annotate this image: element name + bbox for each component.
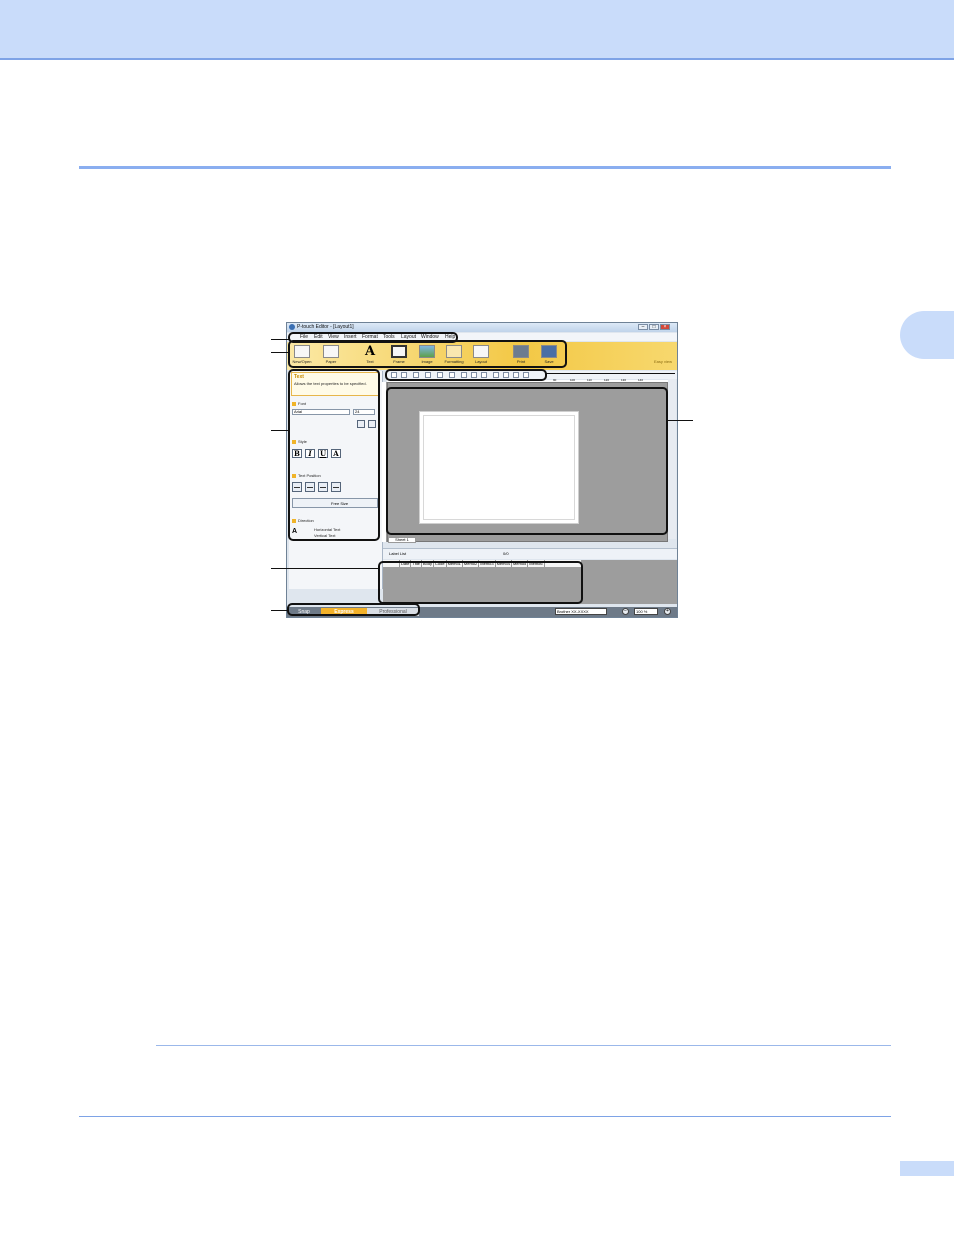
printer-select[interactable]: Brother XX-XXXX bbox=[555, 608, 607, 615]
title-bar: P-touch Editor - [Layout1] – □ × bbox=[287, 323, 677, 332]
header-band bbox=[0, 0, 954, 60]
layout-window-callout bbox=[386, 387, 668, 535]
properties-callout bbox=[288, 369, 380, 541]
chapter-tab bbox=[900, 311, 954, 359]
page-number-tab bbox=[900, 1161, 954, 1176]
draw-toolbar-callout bbox=[385, 369, 547, 381]
section-rule bbox=[79, 166, 891, 169]
leader-properties bbox=[271, 430, 289, 431]
mode-callout bbox=[287, 603, 420, 616]
sheet-tab[interactable]: Sheet 1 bbox=[388, 537, 416, 543]
note-rule bbox=[156, 1045, 891, 1046]
label-list-label: Label List bbox=[389, 551, 407, 556]
minimize-button[interactable]: – bbox=[638, 324, 648, 330]
database-callout bbox=[378, 561, 583, 604]
vertical-scrollbar[interactable] bbox=[668, 379, 676, 539]
zoom-out-icon[interactable]: − bbox=[622, 608, 629, 615]
leader-draw-toolbar bbox=[546, 373, 675, 374]
leader-menu bbox=[271, 339, 289, 340]
leader-mode bbox=[271, 610, 289, 611]
zoom-in-icon[interactable]: + bbox=[664, 608, 671, 615]
window-title: P-touch Editor - [Layout1] bbox=[297, 324, 354, 330]
close-button[interactable]: × bbox=[660, 324, 670, 330]
app-icon bbox=[289, 324, 295, 330]
command-bar-callout bbox=[288, 340, 567, 368]
leader-command bbox=[271, 352, 289, 353]
maximize-button[interactable]: □ bbox=[649, 324, 659, 330]
footer-rule bbox=[79, 1116, 891, 1117]
leader-layout bbox=[667, 420, 693, 421]
view-mode-label: Easy view bbox=[653, 359, 672, 364]
zoom-select[interactable]: 100 % bbox=[634, 608, 658, 615]
database-toolbar: Label List 0/0 bbox=[383, 548, 677, 559]
leader-database bbox=[271, 568, 379, 569]
record-counter: 0/0 bbox=[503, 551, 509, 556]
